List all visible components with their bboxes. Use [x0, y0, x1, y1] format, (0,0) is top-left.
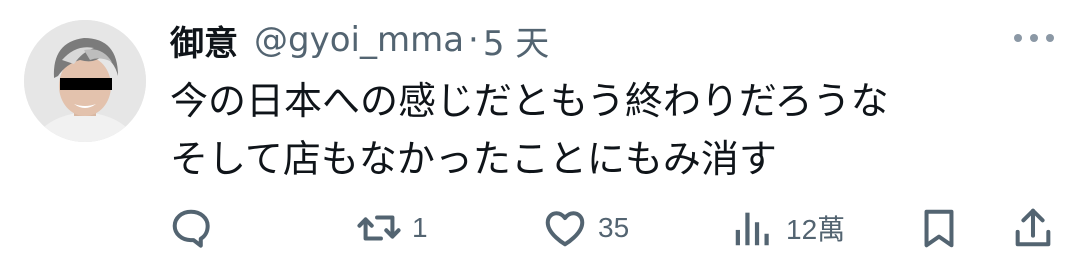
retweet-count: 1 [412, 212, 428, 243]
views-count: 12萬 [786, 214, 846, 245]
action-bar: 1 35 12萬 [0, 200, 1080, 256]
tweet-card[interactable]: 御意 @gyoi_mma · 5 天 今の日本への感じだともう終わりだろうな そ… [0, 0, 1080, 273]
author-handle[interactable]: @gyoi_mma [254, 20, 464, 60]
share-button[interactable] [1010, 200, 1056, 256]
tweet-text: 今の日本への感じだともう終わりだろうな そして店もなかったことにもみ消す [170, 72, 1050, 188]
reply-icon [172, 209, 210, 248]
more-options-button[interactable] [1014, 30, 1054, 46]
more-dot-icon [1046, 34, 1054, 42]
bookmark-icon [924, 209, 954, 248]
heart-icon [545, 211, 585, 247]
retweet-button[interactable]: 1 [356, 200, 428, 256]
author-avatar[interactable] [24, 20, 146, 142]
header-separator: · [468, 20, 479, 60]
retweet-icon [357, 215, 401, 241]
author-display-name[interactable]: 御意 [170, 16, 238, 65]
share-icon [1015, 208, 1051, 247]
reply-button[interactable] [168, 200, 214, 256]
tweet-header: 御意 @gyoi_mma · 5 天 [170, 14, 549, 66]
like-button[interactable]: 35 [542, 200, 629, 256]
tweet-text-line: そして店もなかったことにもみ消す [170, 137, 777, 181]
more-dot-icon [1030, 34, 1038, 42]
bookmark-button[interactable] [916, 200, 962, 256]
views-icon [735, 212, 769, 246]
views-button[interactable]: 12萬 [730, 200, 845, 256]
tweet-timestamp[interactable]: 5 天 [483, 16, 549, 65]
tweet-text-line: 今の日本への感じだともう終わりだろうな [170, 79, 889, 123]
more-dot-icon [1014, 34, 1022, 42]
like-count: 35 [598, 212, 630, 243]
avatar-image [24, 20, 146, 142]
